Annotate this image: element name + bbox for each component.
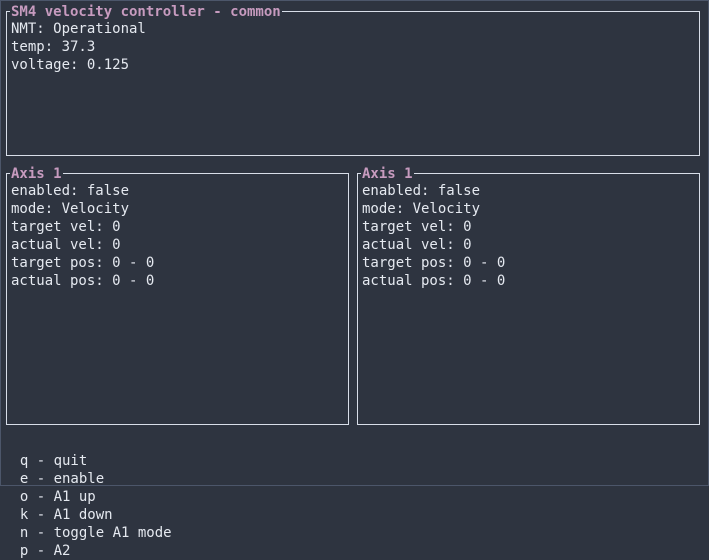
axis-panel-body: enabled: false mode: Velocity target vel… [11,182,344,290]
axis-panel-body: enabled: false mode: Velocity target vel… [362,182,695,290]
a1-down-keybinding[interactable]: k - A1 down [20,507,113,523]
axis-target-velocity: target vel: 0 [11,219,121,235]
quit-keybinding[interactable]: q - quit [20,453,87,469]
temperature-readout: temp: 37.3 [11,39,96,55]
axis-target-position: target pos: 0 - 0 [362,255,506,271]
axis-enabled-status: enabled: false [362,183,481,199]
axis-actual-velocity: actual vel: 0 [11,237,121,253]
axis-enabled-status: enabled: false [11,183,130,199]
nmt-status: NMT: Operational [11,21,146,37]
a2-keybinding[interactable]: p - A2 [20,543,71,559]
keybinding-bar: q - quit e - enable o - A1 up k - A1 dow… [3,434,199,560]
enable-keybinding[interactable]: e - enable [20,471,104,487]
voltage-readout: voltage: 0.125 [11,57,130,73]
common-panel: SM4 velocity controller - common NMT: Op… [6,3,700,156]
axis-actual-velocity: actual vel: 0 [362,237,472,253]
common-panel-body: NMT: Operational temp: 37.3 voltage: 0.1… [11,20,695,74]
a1-up-keybinding[interactable]: o - A1 up [20,489,96,505]
axis-actual-position: actual pos: 0 - 0 [11,273,155,289]
axis-actual-position: actual pos: 0 - 0 [362,273,506,289]
axis-panel-right: Axis 1 enabled: false mode: Velocity tar… [357,165,700,425]
axis-target-position: target pos: 0 - 0 [11,255,155,271]
axis-panel-title: Axis 1 [10,165,63,183]
toggle-a1-mode-keybinding[interactable]: n - toggle A1 mode [20,525,172,541]
axis-mode: mode: Velocity [362,201,481,217]
axis-target-velocity: target vel: 0 [362,219,472,235]
common-panel-title: SM4 velocity controller - common [10,3,282,21]
axis-panel-left: Axis 1 enabled: false mode: Velocity tar… [6,165,349,425]
axis-panel-title: Axis 1 [361,165,414,183]
axis-mode: mode: Velocity [11,201,130,217]
